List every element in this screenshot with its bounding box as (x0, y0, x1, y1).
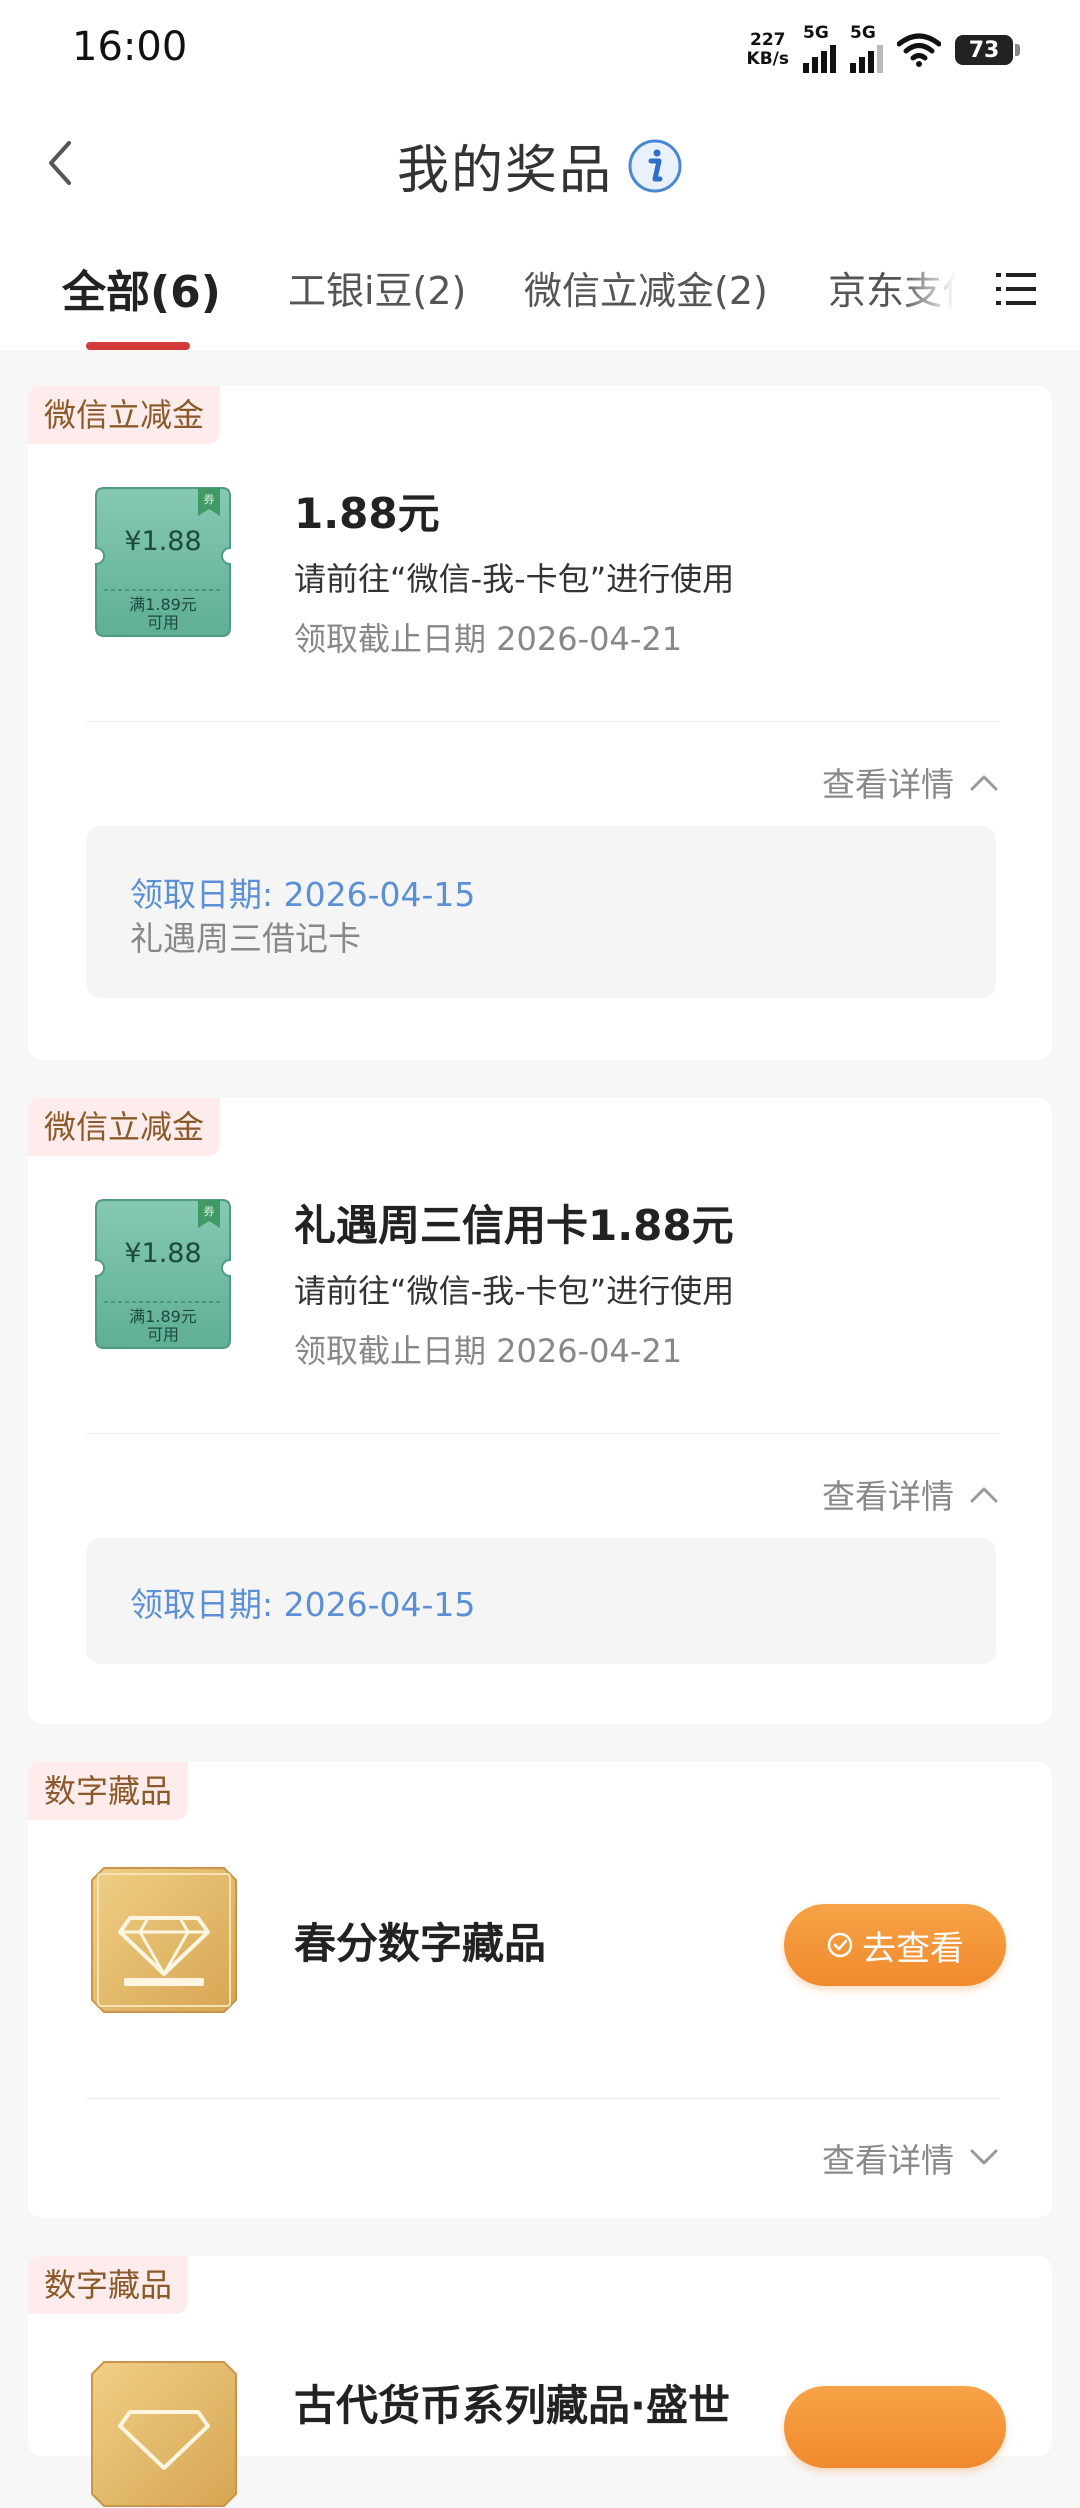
go-view-button[interactable]: 去查看 (784, 1904, 1006, 1986)
coupon-icon: 券 ¥1.88 满1.89元 可用 (95, 1199, 231, 1349)
wifi-icon (897, 33, 941, 67)
svg-text:可用: 可用 (147, 1325, 179, 1344)
sim1-label: 5G (803, 23, 829, 43)
view-details-label: 查看详情 (822, 765, 954, 804)
svg-text:满1.89元: 满1.89元 (129, 595, 197, 614)
info-icon[interactable] (627, 138, 683, 194)
battery-level: 73 (955, 35, 1013, 65)
prize-card: 数字藏品 古代货币系列藏品·盛世 (28, 2256, 1052, 2507)
prize-title: 礼遇周三信用卡1.88元 (294, 1201, 734, 1250)
prize-card: 微信立减金 券 ¥1.88 满1.89元 可用 1.88元 请前往“微信-我-卡… (28, 386, 1052, 1060)
view-details-label: 查看详情 (822, 2141, 954, 2180)
prize-title: 古代货币系列藏品·盛世 (294, 2381, 730, 2430)
detail-panel: 领取日期: 2026-04-15 礼遇周三借记卡 (86, 826, 996, 998)
prize-title: 春分数字藏品 (294, 1919, 547, 1968)
prize-description: 请前往“微信-我-卡包”进行使用 (294, 1272, 735, 1310)
view-details-toggle[interactable]: 查看详情 (822, 2134, 998, 2182)
detail-panel: 领取日期: 2026-04-15 (86, 1538, 996, 1664)
prize-category-tag: 微信立减金 (28, 386, 221, 444)
network-speed-unit: KB/s (746, 49, 789, 69)
page-title: 我的奖品 (396, 141, 613, 201)
check-circle-icon (827, 1932, 853, 1958)
chevron-down-icon (970, 2149, 998, 2165)
prize-card: 微信立减金 券 ¥1.88 满1.89元 可用 礼遇周三信用卡1.88元 请前往… (28, 1098, 1052, 1724)
prize-description: 请前往“微信-我-卡包”进行使用 (294, 560, 735, 598)
divider (86, 2098, 1000, 2099)
active-tab-indicator (86, 342, 190, 350)
prize-category-tag: 数字藏品 (28, 1762, 189, 1820)
status-bar: 16:00 227 KB/s 5G 5G 73 (0, 0, 1080, 100)
battery-icon: 73 (955, 35, 1020, 65)
network-speed-value: 227 (750, 30, 786, 50)
go-view-label: 去查看 (862, 1928, 964, 1969)
diamond-collectible-icon (91, 1867, 237, 2013)
app-header: 我的奖品 (0, 100, 1080, 230)
tab-bar: 全部(6) 工银i豆(2) 微信立减金(2) 京东支付 (0, 230, 1080, 350)
svg-text:券: 券 (204, 492, 215, 506)
prize-deadline: 领取截止日期 2026-04-21 (294, 1332, 683, 1370)
status-icons: 227 KB/s 5G 5G 73 (747, 23, 1020, 74)
tab-wechat-discount[interactable]: 微信立减金(2) (524, 260, 768, 315)
chevron-up-icon (970, 775, 998, 791)
prize-title: 1.88元 (294, 489, 440, 538)
tab-icbc-beans[interactable]: 工银i豆(2) (288, 260, 466, 315)
signal-icon-2: 5G (850, 23, 883, 73)
go-view-button[interactable] (784, 2386, 1006, 2468)
svg-text:¥1.88: ¥1.88 (124, 1238, 201, 1269)
coupon-icon: 券 ¥1.88 满1.89元 可用 (95, 487, 231, 637)
view-details-toggle[interactable]: 查看详情 (822, 1470, 998, 1518)
collectible-icon (91, 2361, 237, 2507)
divider (86, 721, 1000, 722)
divider (86, 1433, 1000, 1434)
view-details-toggle[interactable]: 查看详情 (822, 758, 998, 806)
prize-category-tag: 数字藏品 (28, 2256, 189, 2314)
receive-date: 领取日期: 2026-04-15 (130, 875, 476, 914)
signal-icon: 5G (803, 23, 836, 73)
prize-card: 数字藏品 春分数字藏品 去查看 查看详情 (28, 1762, 1052, 2218)
prize-deadline: 领取截止日期 2026-04-21 (294, 620, 683, 658)
receive-date: 领取日期: 2026-04-15 (130, 1585, 476, 1624)
svg-text:¥1.88: ¥1.88 (124, 526, 201, 557)
sim2-label: 5G (850, 23, 876, 43)
view-details-label: 查看详情 (822, 1477, 954, 1516)
prize-category-tag: 微信立减金 (28, 1098, 221, 1156)
tab-all[interactable]: 全部(6) (62, 256, 221, 320)
list-menu-icon[interactable] (996, 270, 1036, 308)
svg-text:可用: 可用 (147, 613, 179, 632)
chevron-up-icon (970, 1487, 998, 1503)
status-time: 16:00 (72, 24, 188, 70)
network-speed: 227 KB/s (747, 31, 789, 69)
svg-text:券: 券 (204, 1204, 215, 1218)
card-type: 礼遇周三借记卡 (130, 919, 361, 958)
svg-text:满1.89元: 满1.89元 (129, 1307, 197, 1326)
